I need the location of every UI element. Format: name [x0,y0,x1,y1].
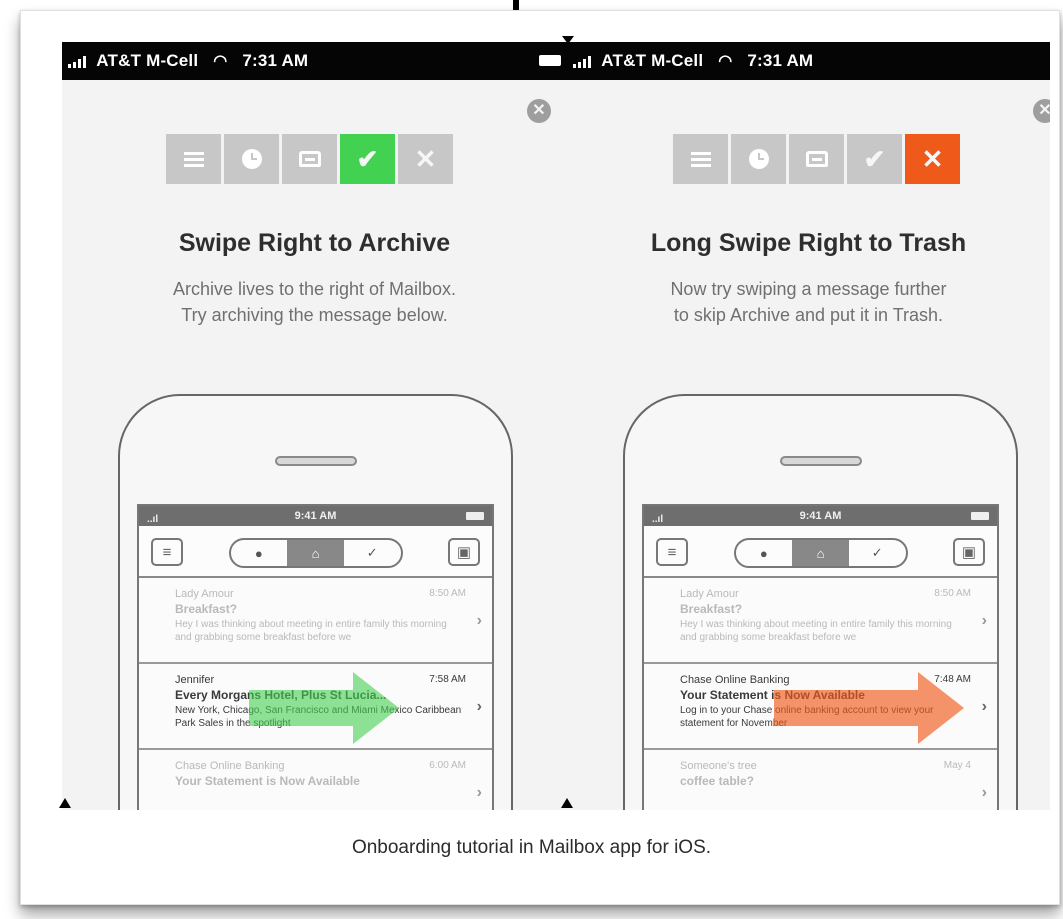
screen-instructions: Now try swiping a message further to ski… [670,279,947,325]
signal-icon [68,55,90,68]
check-icon: ✔ [847,134,902,184]
status-bar: AT&T M-Cell ◠ 7:31 AM [62,42,567,80]
clock-icon [224,134,279,184]
phone-speaker [779,456,862,466]
chevron-right-icon: › [476,784,482,801]
mailbox-segmented-control[interactable]: ● ⌂ ✓ [733,538,908,568]
phone-status-bar: ..ıl 9:41 AM [139,506,492,526]
chevron-right-icon: › [981,698,987,715]
chevron-right-icon: › [981,784,987,801]
list-item[interactable]: Jennifer 7:58 AM Every Morgans Hotel, Pl… [139,664,492,750]
check-icon: ✔ [340,134,395,184]
inbox-icon[interactable]: ⌂ [792,540,849,566]
battery-icon [539,55,561,66]
swipe-arrow-icon [774,672,964,744]
onboarding-screen-trash: AT&T M-Cell ◠ 7:31 AM ✕ ✔ ✕ Long Swipe R… [567,42,1050,810]
list-icon [166,134,221,184]
list-item[interactable]: Someone's tree May 4 coffee table? › [644,750,997,810]
clock-icon[interactable]: ● [736,540,793,566]
signal-icon [573,55,595,68]
list-item[interactable]: Chase Online Banking 7:48 AM Your Statem… [644,664,997,750]
phone-screen: ..ıl 9:41 AM ≡ ● ⌂ ✓ ▣ Lady Amour 8:50 A… [137,504,494,810]
screen-instructions: Archive lives to the right of Mailbox. T… [172,279,457,325]
status-bar: AT&T M-Cell ◠ 7:31 AM [567,42,1050,80]
compose-icon[interactable]: ▣ [448,538,480,566]
list-icon[interactable]: ≡ [151,538,183,566]
list-icon [673,134,728,184]
status-time: 7:31 AM [747,51,814,70]
x-icon: ✕ [398,134,453,184]
list-item[interactable]: Lady Amour 8:50 AM Breakfast? Hey I was … [139,578,492,664]
clock-icon [731,134,786,184]
clock-icon[interactable]: ● [231,540,288,566]
phone-screen: ..ıl 9:41 AM ≡ ● ⌂ ✓ ▣ Lady Amour 8:50 A… [642,504,999,810]
chevron-right-icon: › [981,612,987,629]
check-icon[interactable]: ✓ [849,540,906,566]
status-time: 7:31 AM [242,51,309,70]
phone-illustration: ..ıl 9:41 AM ≡ ● ⌂ ✓ ▣ Lady Amour 8:50 A… [623,394,1018,810]
figure-caption: Onboarding tutorial in Mailbox app for i… [351,837,712,858]
phone-illustration: ..ıl 9:41 AM ≡ ● ⌂ ✓ ▣ Lady Amour 8:50 A… [118,394,513,810]
chevron-right-icon: › [476,612,482,629]
check-icon[interactable]: ✓ [344,540,401,566]
inbox-icon[interactable]: ⌂ [287,540,344,566]
list-item[interactable]: Lady Amour 8:50 AM Breakfast? Hey I was … [644,578,997,664]
onboarding-screen-archive: AT&T M-Cell ◠ 7:31 AM ✕ ✔ ✕ Swipe Right … [62,42,567,810]
mail-toolbar: ≡ ● ⌂ ✓ ▣ [139,526,492,578]
top-marker [513,0,519,10]
chevron-right-icon: › [476,698,482,715]
list-icon[interactable]: ≡ [656,538,688,566]
inbox-icon [282,134,337,184]
action-strip: ✔ ✕ [673,134,960,184]
screen-divider-notch [562,36,574,44]
close-icon[interactable]: ✕ [1033,99,1050,123]
mailbox-segmented-control[interactable]: ● ⌂ ✓ [228,538,403,568]
compose-icon[interactable]: ▣ [953,538,985,566]
list-item[interactable]: Chase Online Banking 6:00 AM Your Statem… [139,750,492,810]
swipe-arrow-icon [249,672,399,744]
phone-speaker [274,456,357,466]
close-icon[interactable]: ✕ [527,99,551,123]
wifi-icon: ◠ [718,53,733,70]
action-strip: ✔ ✕ [166,134,453,184]
carrier-label: AT&T M-Cell [601,51,704,70]
wifi-icon: ◠ [213,53,228,70]
mail-toolbar: ≡ ● ⌂ ✓ ▣ [644,526,997,578]
x-icon: ✕ [905,134,960,184]
phone-status-bar: ..ıl 9:41 AM [644,506,997,526]
battery-icon [971,512,989,520]
bottom-marker [561,798,573,808]
bottom-marker [59,798,71,808]
inbox-icon [789,134,844,184]
screen-title: Long Swipe Right to Trash [650,229,967,257]
screen-title: Swipe Right to Archive [178,229,451,257]
carrier-label: AT&T M-Cell [96,51,199,70]
battery-icon [466,512,484,520]
